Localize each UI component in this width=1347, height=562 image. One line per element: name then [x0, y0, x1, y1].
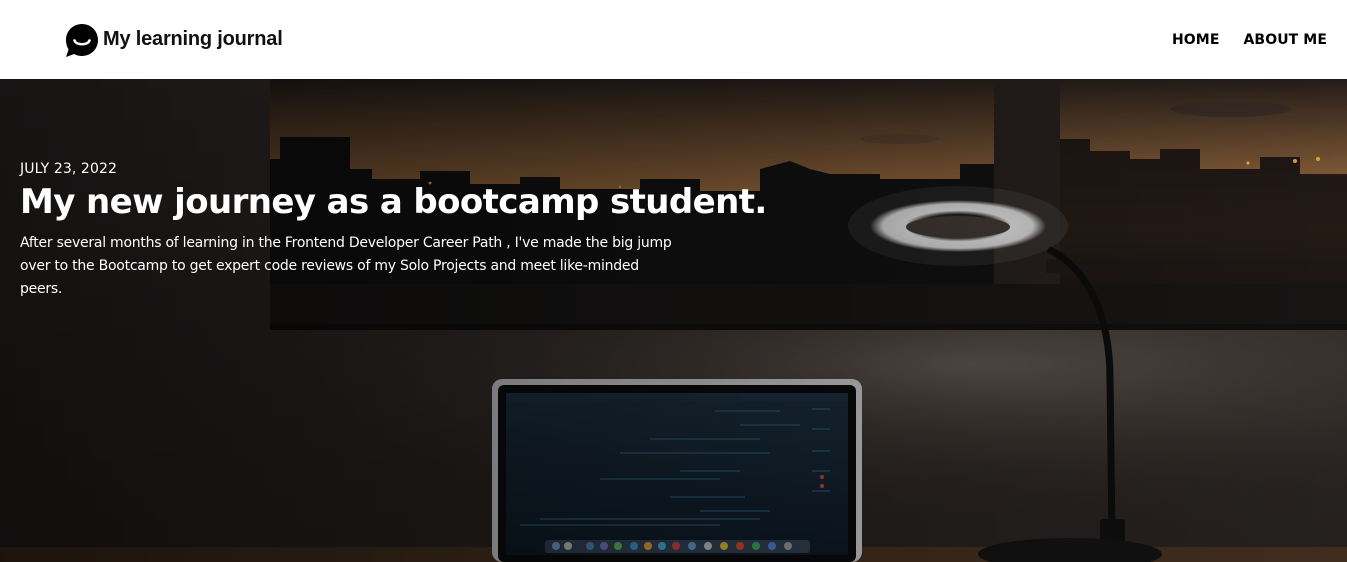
main-nav: HOME ABOUT ME — [1172, 32, 1327, 48]
site-header: My learning journal HOME ABOUT ME — [0, 0, 1347, 79]
chat-bubble-smile-icon — [66, 23, 98, 57]
nav-home-link[interactable]: HOME — [1172, 32, 1220, 48]
post-title[interactable]: My new journey as a bootcamp student. — [20, 180, 780, 224]
hero-background-image — [0, 79, 1347, 562]
brand-link[interactable]: My learning journal — [64, 22, 283, 58]
hero-text-block: JULY 23, 2022 My new journey as a bootca… — [20, 161, 780, 301]
nav-about-link[interactable]: ABOUT ME — [1244, 32, 1328, 48]
post-date: JULY 23, 2022 — [20, 161, 117, 177]
site-title: My learning journal — [103, 28, 283, 50]
post-excerpt: After several months of learning in the … — [20, 235, 672, 297]
featured-post-hero[interactable]: JULY 23, 2022 My new journey as a bootca… — [0, 79, 1347, 562]
